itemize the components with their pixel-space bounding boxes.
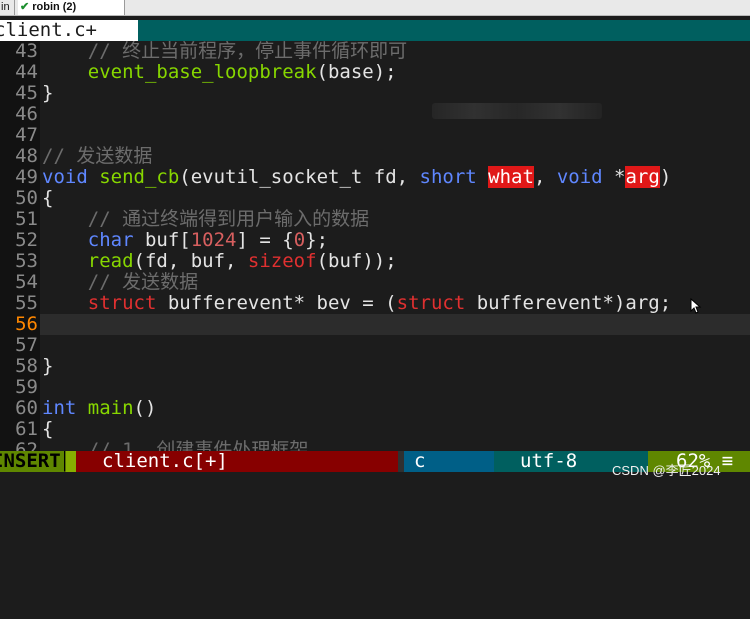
token-error-highlight: arg [625,166,660,188]
token-keyword: int [42,397,77,419]
token-keyword: short [419,166,477,188]
line-number: 57 [0,335,40,356]
code-line[interactable]: 62 // 1. 创建事件处理框架 [0,440,750,451]
code-text: // 发送数据 [42,271,199,293]
code-line[interactable]: 59 [0,377,750,398]
statusline-filename: client.c[+] [76,451,398,472]
line-number: 48 [0,146,40,167]
line-number: 56 [0,314,40,335]
statusline-filetype: c [404,451,494,472]
line-number: 46 [0,104,40,125]
token-keyword: char [87,229,134,251]
code-text: { [42,418,54,440]
code-line[interactable]: 45 } [0,83,750,104]
code-line[interactable]: 58 } [0,356,750,377]
code-line[interactable]: 52 char buf[1024] = {0}; [0,230,750,251]
code-text: // 终止当前程序，停止事件循环即可 [42,40,408,62]
line-number: 51 [0,209,40,230]
code-text: // 通过终端得到用户输入的数据 [42,208,370,230]
code-line[interactable]: 48 // 发送数据 [0,146,750,167]
code-line[interactable]: 53 read(fd, buf, sizeof(buf)); [0,251,750,272]
window-tab-previous-label: in [1,1,10,13]
code-text: char buf[1024] = {0}; [87,229,329,251]
code-line[interactable]: 44 event_base_loopbreak(base); [0,62,750,83]
token-function: event_base_loopbreak [87,61,317,83]
token-error-highlight: what [488,166,534,188]
token-number: 1024 [190,229,237,251]
window-tab-previous[interactable]: in [0,0,15,15]
window-tab-active-label: robin (2) [32,1,77,13]
code-text: void send_cb(evutil_socket_t fd, short w… [42,166,672,188]
window-tab-strip: in ✔ robin (2) [0,0,750,16]
code-editor[interactable]: 43 // 终止当前程序，停止事件循环即可 44 event_base_loop… [0,41,750,451]
line-number: 55 [0,293,40,314]
code-text: event_base_loopbreak(base); [87,61,397,83]
token-keyword: void [556,166,603,188]
line-number: 59 [0,377,40,398]
code-text: read(fd, buf, sizeof(buf)); [87,250,397,272]
code-line[interactable]: 46 [0,104,750,125]
line-number: 49 [0,167,40,188]
code-line[interactable]: 54 // 发送数据 [0,272,750,293]
token-function: main [87,397,134,419]
line-number: 43 [0,41,40,62]
code-line[interactable]: 60 int main() [0,398,750,419]
line-number: 52 [0,230,40,251]
mouse-pointer-icon [690,298,702,314]
code-text: // 发送数据 [42,145,153,167]
line-number: 54 [0,272,40,293]
line-number: 62 [0,440,40,451]
token-function: send_cb [99,166,180,188]
token-keyword: struct [396,292,466,314]
code-line[interactable]: 50 { [0,188,750,209]
vim-tabline: client.c+ [0,20,750,41]
code-text: } [42,355,54,377]
code-line[interactable]: 49 void send_cb(evutil_socket_t fd, shor… [0,166,750,188]
window-tab-strip-empty [130,0,750,15]
code-text: { [42,187,54,209]
mode-indicator: INSERT [0,451,64,472]
vim-tab-label: client.c+ [0,20,97,41]
token-function: read [87,250,134,272]
csdn-watermark: CSDN @李匠2024 [612,463,721,478]
blurred-region [432,103,602,119]
code-text: // 1. 创建事件处理框架 [42,440,309,451]
line-number: 60 [0,398,40,419]
code-line[interactable]: 57 [0,335,750,356]
code-text: } [42,82,54,104]
line-number: 58 [0,356,40,377]
token-number: 0 [293,229,306,251]
code-line[interactable]: 47 [0,125,750,146]
check-icon: ✔ [20,1,30,13]
vim-tab-client-c[interactable]: client.c+ [0,20,138,41]
line-number: 47 [0,125,40,146]
token-keyword: void [42,166,88,188]
code-line[interactable]: 55 struct bufferevent* bev = (struct buf… [0,293,750,314]
code-line[interactable]: 51 // 通过终端得到用户输入的数据 [0,209,750,230]
line-number: 53 [0,251,40,272]
line-number: 61 [0,419,40,440]
token-operator: sizeof [247,250,317,272]
code-line-current[interactable]: 56 [0,314,750,335]
code-text: struct bufferevent* bev = (struct buffer… [87,292,672,314]
window-tab-active[interactable]: ✔ robin (2) [18,0,125,15]
code-line[interactable]: 61 { [0,419,750,440]
code-text: int main() [42,397,157,419]
line-number: 44 [0,62,40,83]
token-keyword: struct [87,292,157,314]
line-number: 50 [0,188,40,209]
code-line[interactable]: 43 // 终止当前程序，停止事件循环即可 [0,41,750,62]
line-number: 45 [0,83,40,104]
statusline-separator: ▏ [64,451,76,472]
cursorline-highlight [40,314,750,335]
